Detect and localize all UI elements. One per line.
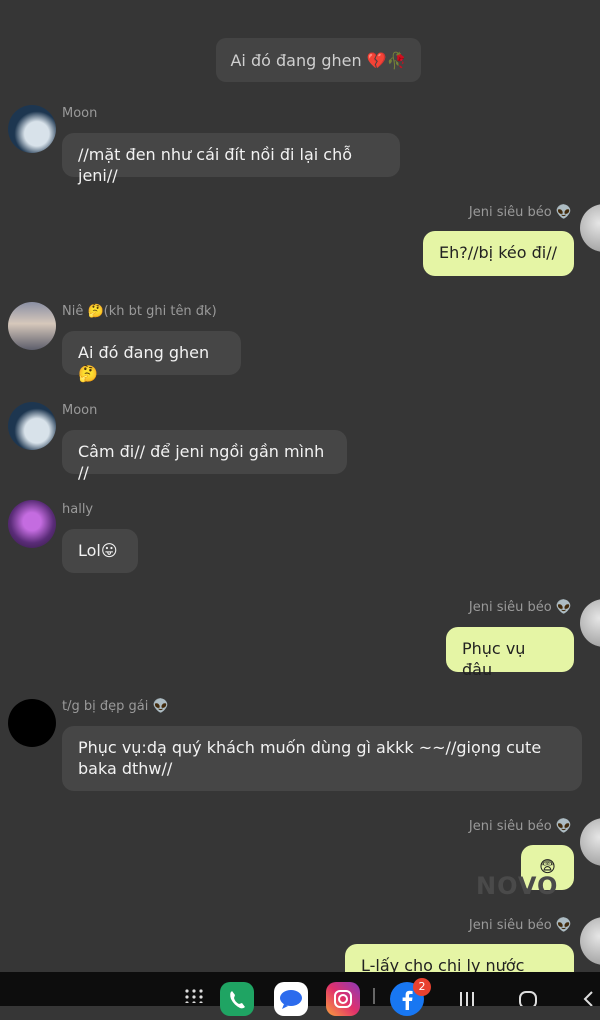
sender-name: Moon — [62, 106, 98, 121]
system-message-text: Ai đó đang ghen 💔🥀 — [230, 50, 407, 70]
message-text: Câm đi// để jeni ngồi gần mình // — [78, 442, 325, 482]
message-bubble[interactable]: Lol😛 — [62, 529, 138, 573]
avatar-jeni[interactable] — [580, 818, 600, 866]
app-drawer-icon[interactable] — [184, 989, 204, 1003]
avatar-jeni[interactable] — [580, 599, 600, 647]
sender-name: Moon — [62, 403, 98, 418]
avatar-nie[interactable] — [8, 302, 56, 350]
message-bubble[interactable]: Eh?//bị kéo đi// — [423, 231, 574, 276]
sender-name: Jeni siêu béo 👽 — [468, 600, 572, 615]
navigation-bar: 2 — [0, 972, 600, 1016]
avatar-tg[interactable] — [8, 699, 56, 747]
avatar-jeni[interactable] — [580, 917, 600, 965]
recent-apps-icon[interactable] — [458, 992, 476, 1006]
messages-app-icon[interactable] — [274, 982, 308, 1016]
sender-name: hally — [62, 502, 94, 517]
watermark: NOVO — [476, 872, 559, 900]
avatar-moon[interactable] — [8, 105, 56, 153]
avatar-moon[interactable] — [8, 402, 56, 450]
notification-badge: 2 — [413, 978, 431, 996]
message-bubble[interactable]: Phục vụ đâu — [446, 627, 574, 679]
message-text: Lol😛 — [78, 541, 118, 560]
home-icon[interactable] — [518, 990, 538, 1006]
chat-area: Ai đó đang ghen 💔🥀 Moon //mặt đen như cá… — [0, 0, 600, 972]
sender-name: Jeni siêu béo 👽 — [468, 205, 572, 220]
instagram-app-icon[interactable] — [326, 982, 360, 1016]
message-text: Ai đó đang ghen🤔 — [78, 343, 210, 383]
message-bubble[interactable]: Câm đi// để jeni ngồi gần mình // — [62, 430, 347, 482]
back-icon[interactable] — [582, 990, 596, 1006]
message-text: Phục vụ đâu — [462, 639, 526, 679]
message-text: //mặt đen như cái đít nồi đi lại chỗ jen… — [78, 145, 353, 185]
system-message-pill: Ai đó đang ghen 💔🥀 — [216, 38, 421, 82]
sender-name: Jeni siêu béo 👽 — [468, 819, 572, 834]
message-bubble[interactable]: Phục vụ:dạ quý khách muốn dùng gì akkk ~… — [62, 726, 582, 791]
message-text: Phục vụ:dạ quý khách muốn dùng gì akkk ~… — [78, 738, 542, 778]
sender-name: t/g bị đẹp gái 👽 — [62, 699, 169, 714]
message-text: Eh?//bị kéo đi// — [439, 243, 558, 262]
message-bubble[interactable]: //mặt đen như cái đít nồi đi lại chỗ jen… — [62, 133, 400, 185]
avatar-hally[interactable] — [8, 500, 56, 548]
message-text: L-lấy cho chị ly nước lọc... — [361, 956, 525, 972]
phone-app-icon[interactable] — [220, 982, 254, 1016]
message-bubble[interactable]: L-lấy cho chị ly nước lọc... — [345, 944, 574, 972]
sender-name: Jeni siêu béo 👽 — [468, 918, 572, 933]
message-bubble[interactable]: Ai đó đang ghen🤔 — [62, 331, 241, 383]
taskbar-divider — [373, 988, 375, 1004]
sender-name: Niê 🤔(kh bt ghi tên đk) — [62, 304, 217, 319]
avatar-jeni[interactable] — [580, 204, 600, 252]
